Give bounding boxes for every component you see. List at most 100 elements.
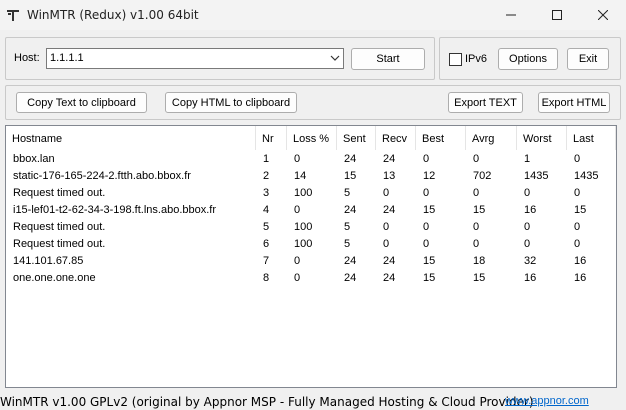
cell-worst: 0 — [524, 187, 531, 199]
cell-loss: 0 — [294, 255, 301, 267]
cell-loss: 100 — [294, 238, 313, 250]
title-bar: WinMTR (Redux) v1.00 64bit — [0, 0, 626, 30]
cell-recv: 24 — [383, 153, 396, 165]
close-icon — [598, 10, 608, 20]
window-title: WinMTR (Redux) v1.00 64bit — [27, 8, 199, 22]
cell-sent: 5 — [344, 187, 351, 199]
cell-avrg: 15 — [473, 204, 486, 216]
cell-best: 0 — [423, 221, 430, 233]
table-row[interactable]: Request timed out. 6 100 5 0 0 0 0 0 — [6, 236, 616, 253]
cell-nr: 8 — [263, 272, 270, 284]
host-label: Host: — [14, 52, 40, 64]
cell-nr: 5 — [263, 221, 270, 233]
column-header-sent[interactable]: Sent — [337, 126, 376, 150]
cell-nr: 4 — [263, 204, 270, 216]
cell-sent: 24 — [344, 204, 357, 216]
cell-last: 1435 — [574, 170, 599, 182]
export-text-button[interactable]: Export TEXT — [448, 92, 523, 113]
cell-nr: 3 — [263, 187, 270, 199]
cell-recv: 24 — [383, 272, 396, 284]
copy-text-button[interactable]: Copy Text to clipboard — [16, 92, 147, 113]
cell-last: 0 — [574, 153, 581, 165]
copy-html-button[interactable]: Copy HTML to clipboard — [165, 92, 297, 113]
cell-avrg: 15 — [473, 272, 486, 284]
cell-loss: 14 — [294, 170, 307, 182]
cell-best: 15 — [423, 255, 436, 267]
cell-last: 15 — [574, 204, 587, 216]
column-header-worst[interactable]: Worst — [517, 126, 567, 150]
minimize-button[interactable] — [488, 0, 534, 30]
table-row[interactable]: 141.101.67.85 7 0 24 24 15 18 32 16 — [6, 253, 616, 270]
cell-avrg: 0 — [473, 238, 480, 250]
cell-avrg: 18 — [473, 255, 486, 267]
cell-hostname: one.one.one.one — [13, 272, 96, 284]
table-row[interactable]: i15-lef01-t2-62-34-3-198.ft.lns.abo.bbox… — [6, 202, 616, 219]
cell-best: 0 — [423, 153, 430, 165]
maximize-button[interactable] — [534, 0, 580, 30]
cell-worst: 16 — [524, 272, 537, 284]
export-html-button[interactable]: Export HTML — [538, 92, 610, 113]
cell-sent: 5 — [344, 221, 351, 233]
column-header-avrg[interactable]: Avrg — [466, 126, 517, 150]
cell-hostname: Request timed out. — [13, 187, 106, 199]
cell-avrg: 0 — [473, 153, 480, 165]
host-value[interactable]: 1.1.1.1 — [50, 52, 84, 64]
cell-nr: 7 — [263, 255, 270, 267]
cell-sent: 15 — [344, 170, 357, 182]
pickaxe-icon — [7, 10, 19, 21]
cell-sent: 24 — [344, 272, 357, 284]
cell-best: 0 — [423, 238, 430, 250]
cell-last: 16 — [574, 255, 587, 267]
cell-recv: 24 — [383, 204, 396, 216]
results-table[interactable]: Hostname Nr Loss % Sent Recv Best Avrg Worst Las… — [5, 125, 617, 388]
cell-best: 12 — [423, 170, 436, 182]
cell-nr: 6 — [263, 238, 270, 250]
table-row[interactable]: static-176-165-224-2.ftth.abo.bbox.fr 2 14… — [6, 168, 616, 185]
ipv6-checkbox[interactable] — [449, 53, 462, 66]
column-header-recv[interactable]: Recv — [376, 126, 416, 150]
exit-button[interactable]: Exit — [567, 48, 609, 70]
cell-loss: 0 — [294, 204, 301, 216]
cell-sent: 24 — [344, 153, 357, 165]
cell-worst: 1 — [524, 153, 531, 165]
cell-last: 0 — [574, 221, 581, 233]
status-text: WinMTR v1.00 GPLv2 (original by Appnor M… — [0, 395, 534, 409]
cell-recv: 0 — [383, 221, 390, 233]
host-combobox[interactable]: 1.1.1.1 — [46, 48, 344, 69]
cell-loss: 100 — [294, 187, 313, 199]
status-bar: WinMTR v1.00 GPLv2 (original by Appnor M… — [0, 393, 626, 410]
cell-nr: 1 — [263, 153, 270, 165]
cell-recv: 24 — [383, 255, 396, 267]
table-row[interactable]: bbox.lan 1 0 24 24 0 0 1 0 — [6, 151, 616, 168]
column-header-nr[interactable]: Nr — [256, 126, 287, 150]
table-header: Hostname Nr Loss % Sent Recv Best Avrg Worst Las… — [6, 126, 616, 150]
cell-worst: 16 — [524, 204, 537, 216]
cell-avrg: 0 — [473, 221, 480, 233]
cell-nr: 2 — [263, 170, 270, 182]
cell-best: 0 — [423, 187, 430, 199]
cell-hostname: 141.101.67.85 — [13, 255, 84, 267]
table-row[interactable]: Request timed out. 5 100 5 0 0 0 0 0 — [6, 219, 616, 236]
cell-hostname: Request timed out. — [13, 238, 106, 250]
cell-hostname: bbox.lan — [13, 153, 55, 165]
cell-recv: 0 — [383, 187, 390, 199]
cell-avrg: 702 — [473, 170, 492, 182]
column-header-hostname[interactable]: Hostname — [6, 126, 256, 150]
table-row[interactable]: one.one.one.one 8 0 24 24 15 15 16 16 — [6, 270, 616, 287]
cell-hostname: Request timed out. — [13, 221, 106, 233]
cell-loss: 100 — [294, 221, 313, 233]
column-header-last[interactable]: Last — [567, 126, 616, 150]
table-row[interactable]: Request timed out. 3 100 5 0 0 0 0 0 — [6, 185, 616, 202]
cell-best: 15 — [423, 272, 436, 284]
cell-avrg: 0 — [473, 187, 480, 199]
start-button[interactable]: Start — [351, 48, 425, 70]
ipv6-label[interactable]: IPv6 — [465, 53, 487, 65]
close-button[interactable] — [580, 0, 626, 30]
appnor-link[interactable]: www.appnor.com — [505, 395, 589, 407]
cell-last: 0 — [574, 238, 581, 250]
options-button[interactable]: Options — [498, 48, 558, 70]
cell-sent: 24 — [344, 255, 357, 267]
column-header-best[interactable]: Best — [416, 126, 466, 150]
chevron-down-icon[interactable] — [330, 54, 340, 62]
column-header-loss[interactable]: Loss % — [287, 126, 337, 150]
